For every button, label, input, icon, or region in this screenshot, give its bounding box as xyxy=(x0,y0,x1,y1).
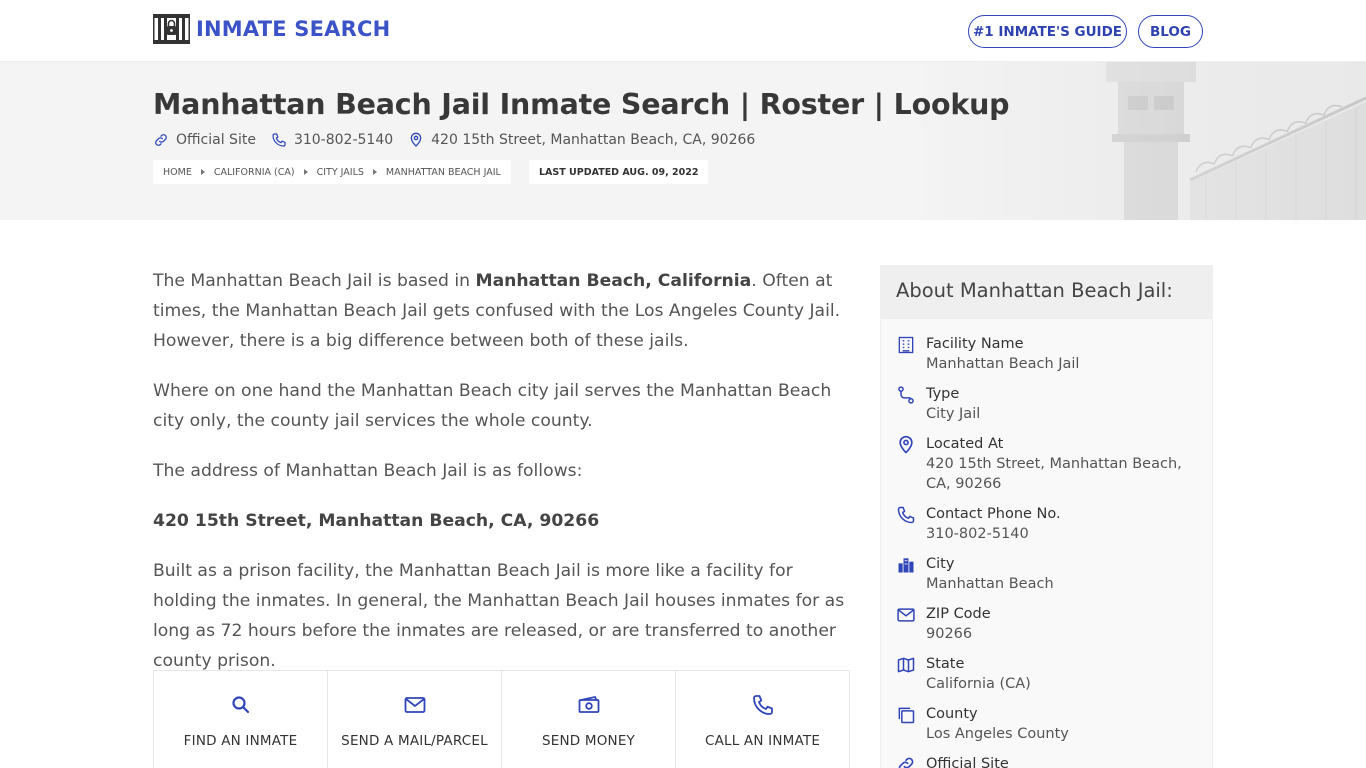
paragraph-intro: The Manhattan Beach Jail is based in Man… xyxy=(153,266,850,356)
paragraph-address: 420 15th Street, Manhattan Beach, CA, 90… xyxy=(153,506,850,536)
fact-city: City Manhattan Beach xyxy=(896,554,1201,594)
fact-value: City Jail xyxy=(926,406,981,422)
last-updated-badge: LAST UPDATED AUG. 09, 2022 xyxy=(529,160,709,184)
nav-blog-button[interactable]: BLOG xyxy=(1138,15,1203,48)
phone-number: 310-802-5140 xyxy=(293,132,394,148)
fact-value: Los Angeles County xyxy=(926,726,1069,742)
paragraph-address-intro: The address of Manhattan Beach Jail is a… xyxy=(153,461,583,481)
address-text: 420 15th Street, Manhattan Beach, CA, 90… xyxy=(431,132,756,148)
send-money-button[interactable]: SEND MONEY xyxy=(502,671,676,768)
breadcrumb-separator-icon xyxy=(200,169,205,175)
fact-located-at: Located At 420 15th Street, Manhattan Be… xyxy=(896,434,1201,494)
page-title: Manhattan Beach Jail Inmate Search | Ros… xyxy=(153,88,1010,121)
fact-value: 90266 xyxy=(926,626,973,642)
fact-value: 310-802-5140 xyxy=(926,526,1029,542)
paragraph-facility: Built as a prison facility, the Manhatta… xyxy=(153,561,845,671)
map-pin-icon xyxy=(899,435,913,454)
fact-state: State California (CA) xyxy=(896,654,1201,694)
link-icon xyxy=(155,134,167,146)
site-logo[interactable]: INMATE SEARCH xyxy=(153,14,390,44)
sidebar-title: About Manhattan Beach Jail: xyxy=(881,266,1212,319)
breadcrumb-separator-icon xyxy=(303,169,308,175)
phone-link[interactable]: 310-802-5140 xyxy=(271,132,393,148)
action-grid: FIND AN INMATE SEND A MAIL/PARCEL SEND M… xyxy=(153,670,850,768)
send-mail-button[interactable]: SEND A MAIL/PARCEL xyxy=(328,671,502,768)
address-item: 420 15th Street, Manhattan Beach, CA, 90… xyxy=(408,132,755,148)
city-icon xyxy=(898,558,914,573)
fact-type: Type City Jail xyxy=(896,384,1201,424)
call-inmate-button[interactable]: CALL AN INMATE xyxy=(676,671,849,768)
logo-text: INMATE SEARCH xyxy=(196,17,391,41)
building-icon xyxy=(898,336,914,354)
find-inmate-label: FIND AN INMATE xyxy=(183,733,298,749)
fact-label: City xyxy=(926,556,955,572)
fact-label: County xyxy=(926,706,978,722)
send-mail-label: SEND A MAIL/PARCEL xyxy=(341,733,488,749)
address-bold: 420 15th Street, Manhattan Beach, CA, 90… xyxy=(153,511,600,531)
fact-facility-name: Facility Name Manhattan Beach Jail xyxy=(896,334,1201,374)
phone-icon xyxy=(897,506,915,524)
call-inmate-label: CALL AN INMATE xyxy=(704,733,821,749)
jail-logo-icon xyxy=(153,14,190,44)
search-icon xyxy=(231,696,249,714)
breadcrumb-current[interactable]: MANHATTAN BEACH JAIL xyxy=(386,167,501,178)
prison-tower-illustration xyxy=(906,62,1366,220)
breadcrumb: HOME CALIFORNIA (CA) CITY JAILS MANHATTA… xyxy=(153,160,511,184)
phone-icon xyxy=(752,695,773,715)
fact-value: California (CA) xyxy=(926,676,1031,692)
fact-label: Official Site xyxy=(926,756,1009,768)
fact-value: 420 15th Street, Manhattan Beach, CA, 90… xyxy=(926,456,1182,492)
nav-inmates-guide-button[interactable]: #1 INMATE'S GUIDE xyxy=(968,15,1127,48)
copy-icon xyxy=(898,707,915,724)
fact-official-site: Official Site xyxy=(896,754,1201,768)
breadcrumb-state[interactable]: CALIFORNIA (CA) xyxy=(214,167,295,178)
official-site-link[interactable]: Official Site xyxy=(153,132,256,148)
article-body: The Manhattan Beach Jail is based in Man… xyxy=(153,266,850,696)
breadcrumb-home[interactable]: HOME xyxy=(163,167,192,178)
mail-icon xyxy=(404,697,425,713)
intro-text: The Manhattan Beach Jail is based in xyxy=(153,271,476,291)
find-inmate-button[interactable]: FIND AN INMATE xyxy=(154,671,328,768)
fact-phone: Contact Phone No. 310-802-5140 xyxy=(896,504,1201,544)
facility-meta: Official Site 310-802-5140 420 15th Stre… xyxy=(153,130,770,150)
fact-value: Manhattan Beach Jail xyxy=(926,356,1080,372)
official-site-label: Official Site xyxy=(176,132,256,148)
fact-zip: ZIP Code 90266 xyxy=(896,604,1201,644)
link-icon xyxy=(898,757,914,768)
about-sidebar: About Manhattan Beach Jail: Facility Nam… xyxy=(880,265,1213,768)
breadcrumb-city-jails[interactable]: CITY JAILS xyxy=(317,167,364,178)
send-money-label: SEND MONEY xyxy=(541,733,636,749)
fact-label: Facility Name xyxy=(926,336,1024,352)
phone-icon xyxy=(272,133,286,147)
route-icon xyxy=(898,386,914,404)
fact-county: County Los Angeles County xyxy=(896,704,1201,744)
fact-label: Contact Phone No. xyxy=(926,506,1061,522)
site-header: INMATE SEARCH #1 INMATE'S GUIDE BLOG xyxy=(0,0,1366,62)
fact-label: Type xyxy=(926,386,960,402)
intro-location: Manhattan Beach, California xyxy=(475,271,752,291)
fact-label: Located At xyxy=(926,436,1004,452)
breadcrumb-separator-icon xyxy=(372,169,377,175)
fact-label: State xyxy=(926,656,965,672)
money-icon xyxy=(578,695,599,713)
mail-icon xyxy=(897,608,915,622)
fact-label: ZIP Code xyxy=(926,606,991,622)
fact-value: Manhattan Beach xyxy=(926,576,1054,592)
paragraph-city-vs-county: Where on one hand the Manhattan Beach ci… xyxy=(153,381,832,431)
map-icon xyxy=(897,657,915,673)
map-pin-icon xyxy=(410,132,422,147)
